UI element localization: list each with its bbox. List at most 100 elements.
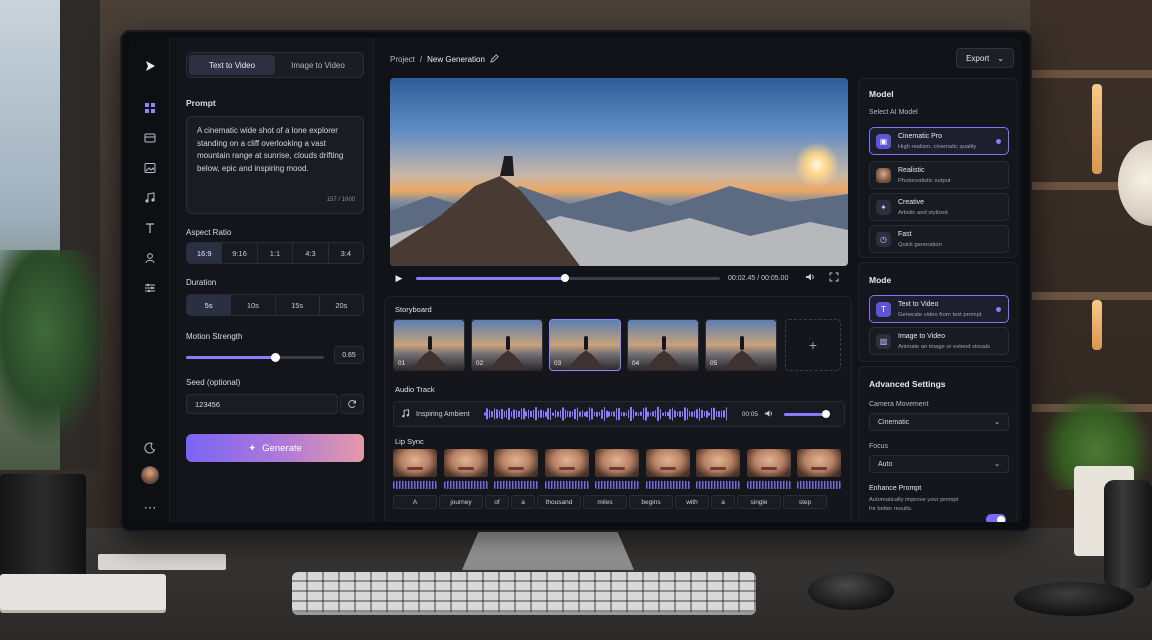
waveform-bar — [557, 411, 559, 417]
waveform-bar — [576, 407, 579, 421]
model-option-realistic[interactable]: Realistic Photorealistic output — [869, 161, 1009, 189]
lip-sync-face-frame[interactable] — [797, 449, 841, 477]
lip-sync-word[interactable]: thousand — [537, 495, 581, 509]
video-icon[interactable] — [138, 126, 162, 150]
lip-sync-face-frame[interactable] — [696, 449, 740, 477]
motion-strength-handle[interactable] — [271, 352, 281, 362]
waveform-bar — [671, 407, 674, 421]
lip-sync-word[interactable]: a — [711, 495, 735, 509]
lip-sync-word[interactable]: a — [511, 495, 535, 509]
dashboard-icon[interactable] — [138, 96, 162, 120]
lip-sync-word[interactable]: begins — [629, 495, 673, 509]
refresh-seed-icon[interactable] — [340, 394, 364, 414]
lip-sync-waveform — [393, 481, 437, 489]
waveform-bar — [645, 407, 647, 421]
lip-sync-word[interactable]: single — [737, 495, 781, 509]
lip-sync-face-frame[interactable] — [494, 449, 538, 477]
fullscreen-icon[interactable] — [822, 272, 846, 284]
model-option-cinematic-pro[interactable]: ▣ Cinematic Pro High realism, cinematic … — [869, 127, 1009, 155]
tab-text-to-video[interactable]: Text to Video — [189, 55, 275, 75]
model-option-fast[interactable]: ◷ Fast Quick generation — [869, 225, 1009, 253]
lip-sync-face-frame[interactable] — [544, 449, 589, 477]
storyboard-frame[interactable]: 01 — [393, 319, 465, 371]
audio-volume-handle[interactable] — [821, 410, 830, 418]
model-option-desc: Quick generation — [898, 242, 942, 248]
export-button[interactable]: Export ⌄ — [956, 48, 1014, 68]
aspect-ratio-3-4[interactable]: 3:4 — [329, 243, 363, 263]
camera-movement-select[interactable]: Cinematic ⌄ — [869, 413, 1009, 431]
text-icon: T — [876, 302, 891, 317]
playback-scrubber[interactable] — [560, 273, 569, 282]
add-frame-button[interactable]: + — [785, 319, 841, 371]
lip-sync-face-frame[interactable] — [443, 449, 488, 477]
user-icon[interactable] — [138, 246, 162, 270]
lip-sync-word[interactable]: journey — [439, 495, 483, 509]
audio-track[interactable]: Inspiring Ambient 00:05 — [393, 401, 845, 427]
breadcrumb: Project / New Generation — [390, 54, 499, 65]
model-option-creative[interactable]: ✦ Creative Artistic and stylized — [869, 193, 1009, 221]
mode-option-image-to-video[interactable]: ▨ Image to Video Animate an image or ext… — [869, 327, 1009, 355]
play-icon[interactable]: ▶ — [390, 273, 408, 284]
storyboard-frame[interactable]: 02 — [471, 319, 543, 371]
app-logo-icon[interactable] — [138, 54, 162, 78]
video-mountains — [390, 156, 848, 266]
focus-select[interactable]: Auto ⌄ — [869, 455, 1009, 473]
mode-option-text-to-video[interactable]: T Text to Video Generate video from text… — [869, 295, 1009, 323]
keyboard — [292, 572, 756, 612]
duration-20s[interactable]: 20s — [320, 295, 363, 315]
aspect-ratio-9-16[interactable]: 9:16 — [222, 243, 258, 263]
lip-sync-word[interactable]: with — [675, 495, 709, 509]
avatar[interactable] — [141, 466, 159, 484]
waveform-bar — [713, 408, 715, 420]
lip-sync-word[interactable]: A — [393, 495, 437, 509]
more-icon[interactable]: ⋯ — [138, 496, 162, 520]
duration-15s[interactable]: 15s — [276, 295, 320, 315]
lip-sync-face-frame[interactable] — [595, 449, 639, 477]
waveform-bar — [547, 408, 549, 420]
generate-button[interactable]: ✦ Generate — [186, 434, 364, 462]
music-icon[interactable] — [138, 186, 162, 210]
moon-icon[interactable] — [138, 436, 162, 460]
playback-progress[interactable] — [416, 273, 720, 282]
film-icon: ▣ — [876, 134, 891, 149]
motion-strength-value[interactable]: 0.65 — [334, 346, 364, 364]
enhance-prompt-toggle[interactable] — [986, 514, 1006, 522]
waveform-bar — [569, 410, 571, 418]
camera-movement-value: Cinematic — [878, 418, 910, 426]
waveform-bar — [620, 412, 623, 416]
storyboard-frame[interactable]: 05 — [705, 319, 777, 371]
aspect-ratio-1-1[interactable]: 1:1 — [258, 243, 294, 263]
storyboard-frame-selected[interactable]: 03 — [549, 319, 621, 371]
video-preview[interactable] — [390, 78, 848, 266]
frame-peak — [488, 350, 528, 370]
timecode: 00:02.45 / 00:05.00 — [728, 274, 789, 282]
aspect-ratio-16-9[interactable]: 16:9 — [187, 243, 223, 263]
sliders-icon[interactable] — [138, 276, 162, 300]
motion-strength-slider[interactable] — [186, 352, 324, 362]
aspect-ratio-4-3[interactable]: 4:3 — [293, 243, 329, 263]
lip-sync-word[interactable]: miles — [583, 495, 627, 509]
lip-sync-face-frame[interactable] — [645, 449, 690, 477]
storyboard-frame[interactable]: 04 — [627, 319, 699, 371]
volume-icon[interactable] — [798, 272, 822, 284]
main-workspace: Project / New Generation ▶ 00:02.45 / 00… — [380, 38, 854, 522]
image-icon[interactable] — [138, 156, 162, 180]
lip-sync-word[interactable]: step — [783, 495, 827, 509]
audio-volume-slider[interactable] — [784, 410, 830, 418]
seed-input[interactable]: 123456 — [186, 394, 338, 414]
desk-card — [98, 554, 226, 570]
text-icon[interactable] — [138, 216, 162, 240]
lip-sync-face-frame[interactable] — [746, 449, 791, 477]
duration-5s[interactable]: 5s — [187, 295, 232, 315]
lip-sync-word[interactable]: of — [485, 495, 509, 509]
audio-waveform[interactable] — [484, 405, 728, 423]
shelf-light — [1092, 300, 1102, 350]
breadcrumb-project[interactable]: Project — [390, 55, 415, 64]
lip-sync-face-frame[interactable] — [393, 449, 437, 477]
audio-volume-icon[interactable] — [758, 409, 778, 420]
export-label: Export — [966, 53, 990, 63]
tab-image-to-video[interactable]: Image to Video — [275, 55, 361, 75]
prompt-textarea[interactable]: A cinematic wide shot of a lone explorer… — [186, 116, 364, 214]
edit-pencil-icon[interactable] — [490, 54, 499, 65]
duration-10s[interactable]: 10s — [231, 295, 276, 315]
